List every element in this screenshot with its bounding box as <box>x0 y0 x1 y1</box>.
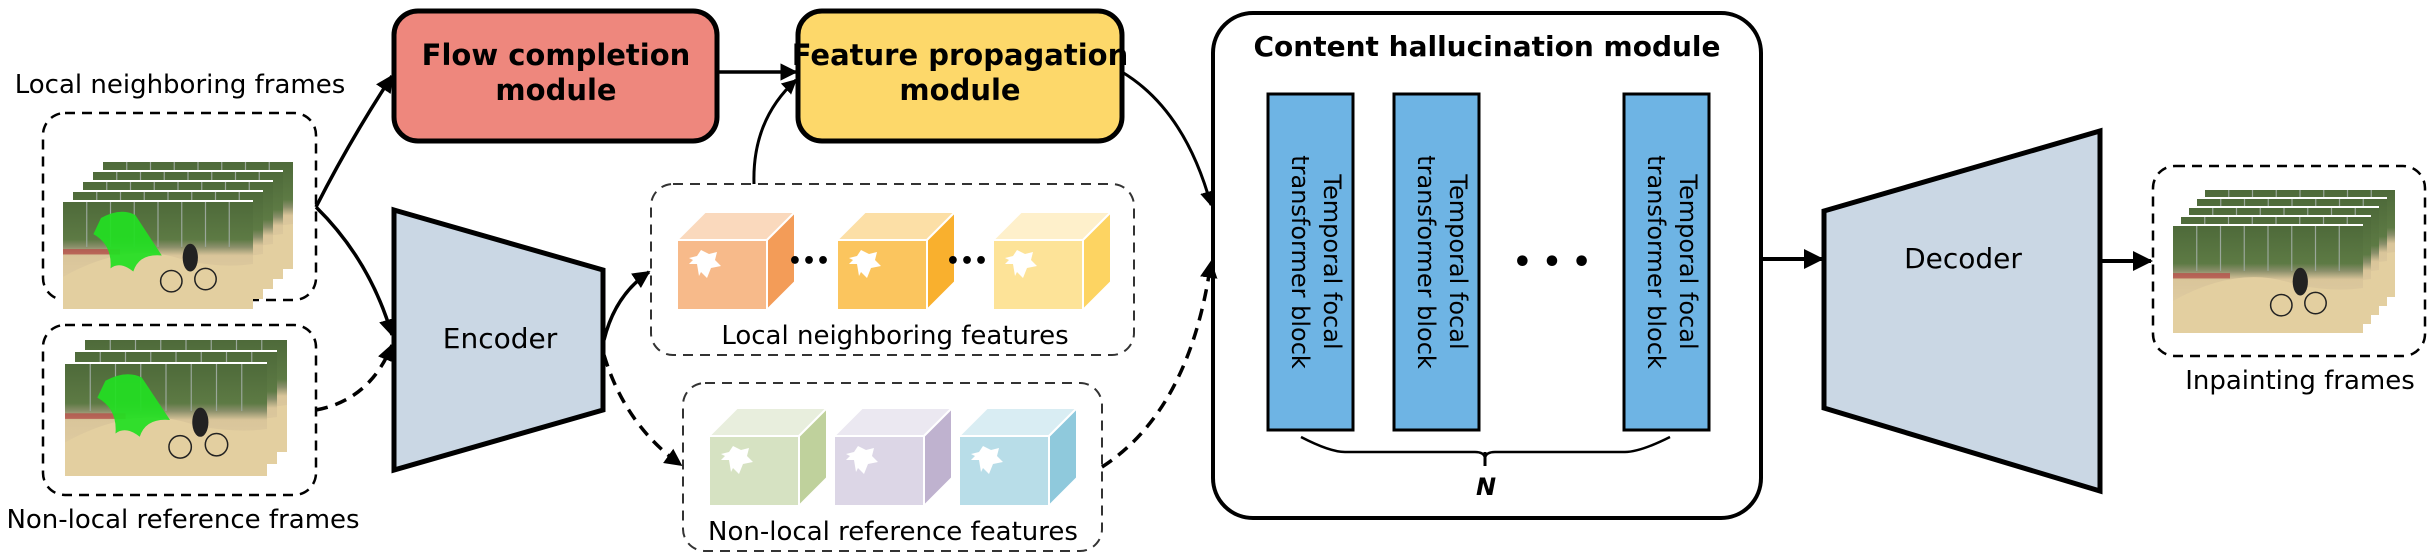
repeat-count-label: N <box>1476 473 1496 501</box>
decoder-trapezoid <box>1821 127 2103 495</box>
local-feature-cube-2 <box>834 209 958 313</box>
feature-propagation-module: Feature propagation module <box>792 8 1128 144</box>
arrow-encoder-to-local-features <box>602 270 651 341</box>
nonlocal-feature-cube-1 <box>706 405 830 509</box>
transformer-blocks-ellipsis: • • • <box>1513 245 1591 280</box>
arrow-propagation-to-content <box>1121 70 1215 207</box>
nonlocal-feature-cube-2 <box>831 405 955 509</box>
local-frames-stack <box>61 160 293 309</box>
local-features-ellipsis-1: ••• <box>788 249 830 274</box>
pipeline-diagram: Local neighboring frames Non-local refer… <box>6 8 2427 552</box>
nonlocal-features-group: Non-local reference features <box>682 382 1103 552</box>
flow-completion-module: Flow completion module <box>391 8 720 144</box>
nonlocal-frames-stack <box>63 338 287 476</box>
transformer-block-2: Temporal focal transformer block <box>1392 92 1481 432</box>
transformer-block-1-line1: Temporal focal <box>1318 173 1346 349</box>
rider <box>192 407 209 437</box>
arrow-nonlocal-features-to-content <box>1101 260 1218 469</box>
feature-propagation-title-line2: module <box>899 73 1020 107</box>
local-feature-cube-1 <box>674 209 798 313</box>
decoder-label: Decoder <box>1904 242 2022 275</box>
encoder: Encoder <box>391 206 606 474</box>
output-frames-stack <box>2171 188 2395 333</box>
local-feature-cube-3 <box>990 209 1114 313</box>
transformer-block-3-line1: Temporal focal <box>1674 173 1702 349</box>
cube-front-face <box>708 435 800 507</box>
content-hallucination-title: Content hallucination module <box>1253 30 1720 63</box>
nonlocal-frames-group: Non-local reference frames <box>6 323 360 535</box>
local-frames-group: Local neighboring frames <box>15 70 346 309</box>
transformer-block-3-line2: transformer block <box>1642 155 1670 369</box>
output-frames-label: Inpainting frames <box>2185 366 2415 396</box>
cube-front-face <box>676 239 768 311</box>
cube-front-face <box>958 435 1050 507</box>
cube-front-face <box>833 435 925 507</box>
rider <box>2292 267 2308 296</box>
arrow-nonlocal-frames-to-encoder <box>315 343 395 412</box>
local-features-label: Local neighboring features <box>721 321 1068 351</box>
feature-propagation-title-line1: Feature propagation <box>792 38 1128 72</box>
transformer-block-2-line1: Temporal focal <box>1444 173 1472 349</box>
nonlocal-frames-label: Non-local reference frames <box>6 505 359 535</box>
output-frames-group: Inpainting frames <box>2151 164 2427 396</box>
decoder: Decoder <box>1821 127 2103 495</box>
local-feature-cubes <box>674 209 1114 313</box>
arrow-encoder-to-nonlocal-features <box>602 354 683 467</box>
rider <box>182 243 198 272</box>
transformer-block-1-line2: transformer block <box>1286 155 1314 369</box>
local-features-group: ••• ••• Local neighboring features <box>650 183 1135 356</box>
arrow-local-frames-to-encoder <box>314 205 396 337</box>
content-hallucination-module: Content hallucination module Temporal fo… <box>1211 11 1763 520</box>
arrow-local-features-to-propagation <box>752 78 798 185</box>
video-frame-1 <box>2171 224 2363 333</box>
video-frame-1 <box>63 362 267 476</box>
video-frame-1 <box>61 200 253 309</box>
flow-completion-title-line1: Flow completion <box>422 38 691 72</box>
flow-completion-title-line2: module <box>495 73 616 107</box>
cube-front-face <box>992 239 1084 311</box>
nonlocal-feature-cubes <box>706 405 1080 509</box>
transformer-block-3: Temporal focal transformer block <box>1622 92 1711 432</box>
transformer-block-1: Temporal focal transformer block <box>1266 92 1355 432</box>
local-frames-label: Local neighboring frames <box>15 70 346 100</box>
local-features-ellipsis-2: ••• <box>946 249 988 274</box>
nonlocal-feature-cube-3 <box>956 405 1080 509</box>
nonlocal-features-label: Non-local reference features <box>708 517 1078 547</box>
transformer-block-2-line2: transformer block <box>1412 155 1440 369</box>
encoder-label: Encoder <box>443 322 558 355</box>
cube-front-face <box>836 239 928 311</box>
